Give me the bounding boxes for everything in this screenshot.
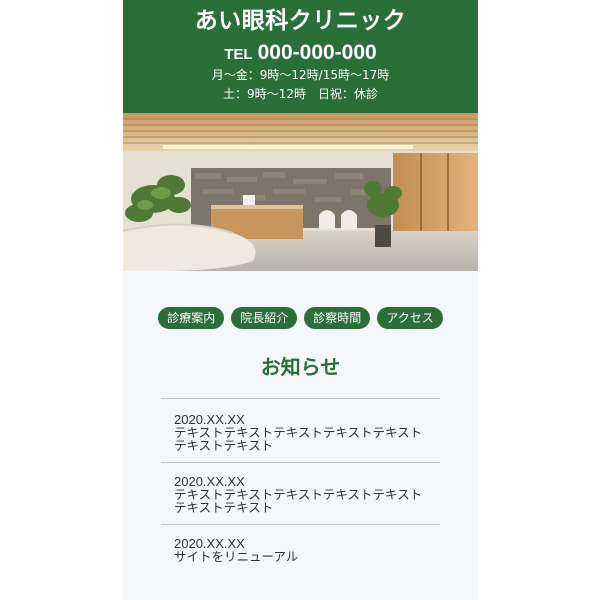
- news-date: 2020.XX.XX: [174, 411, 245, 427]
- news-date: 2020.XX.XX: [174, 473, 245, 489]
- page: あい眼科クリニック TEL 000-000-000 月〜金：9時〜12時/15時〜…: [123, 0, 478, 600]
- clinic-name: あい眼科クリニック: [194, 8, 407, 34]
- news-text: サイトをリニューアル: [174, 548, 299, 564]
- news-item[interactable]: 2020.XX.XX サイトをリニューアル: [161, 523, 440, 573]
- main-nav: 診療案内 院長紹介 診察時間 アクセス: [123, 307, 478, 329]
- nav-item-hours[interactable]: 診察時間: [304, 307, 371, 329]
- news-item[interactable]: 2020.XX.XX テキストテキストテキストテキストテキストテキストテキスト: [161, 397, 440, 462]
- nav-item-access[interactable]: アクセス: [377, 307, 443, 329]
- site-header: あい眼科クリニック TEL 000-000-000 月〜金：9時〜12時/15時〜…: [123, 0, 478, 113]
- news-item[interactable]: 2020.XX.XX テキストテキストテキストテキストテキストテキストテキスト: [161, 461, 440, 524]
- tel-number[interactable]: 000-000-000: [258, 41, 377, 64]
- nav-item-services[interactable]: 診療案内: [158, 307, 225, 329]
- tel-line: TEL 000-000-000: [123, 42, 478, 66]
- clinic-lobby-photo: [123, 113, 478, 271]
- news-list: 2020.XX.XX テキストテキストテキストテキストテキストテキストテキスト …: [161, 397, 440, 573]
- news-text: テキストテキストテキストテキストテキストテキストテキスト: [174, 424, 423, 453]
- hours-weekend: 土：9時〜12時 日祝：休診: [223, 87, 378, 101]
- hero-image: [123, 113, 478, 271]
- hours-weekday: 月〜金：9時〜12時/15時〜17時: [211, 68, 390, 82]
- nav-item-director[interactable]: 院長紹介: [231, 307, 298, 329]
- news-date: 2020.XX.XX: [174, 535, 245, 551]
- news-title: お知らせ: [260, 355, 341, 379]
- news-text: テキストテキストテキストテキストテキストテキストテキスト: [174, 486, 423, 515]
- tel-prefix: TEL: [224, 46, 253, 63]
